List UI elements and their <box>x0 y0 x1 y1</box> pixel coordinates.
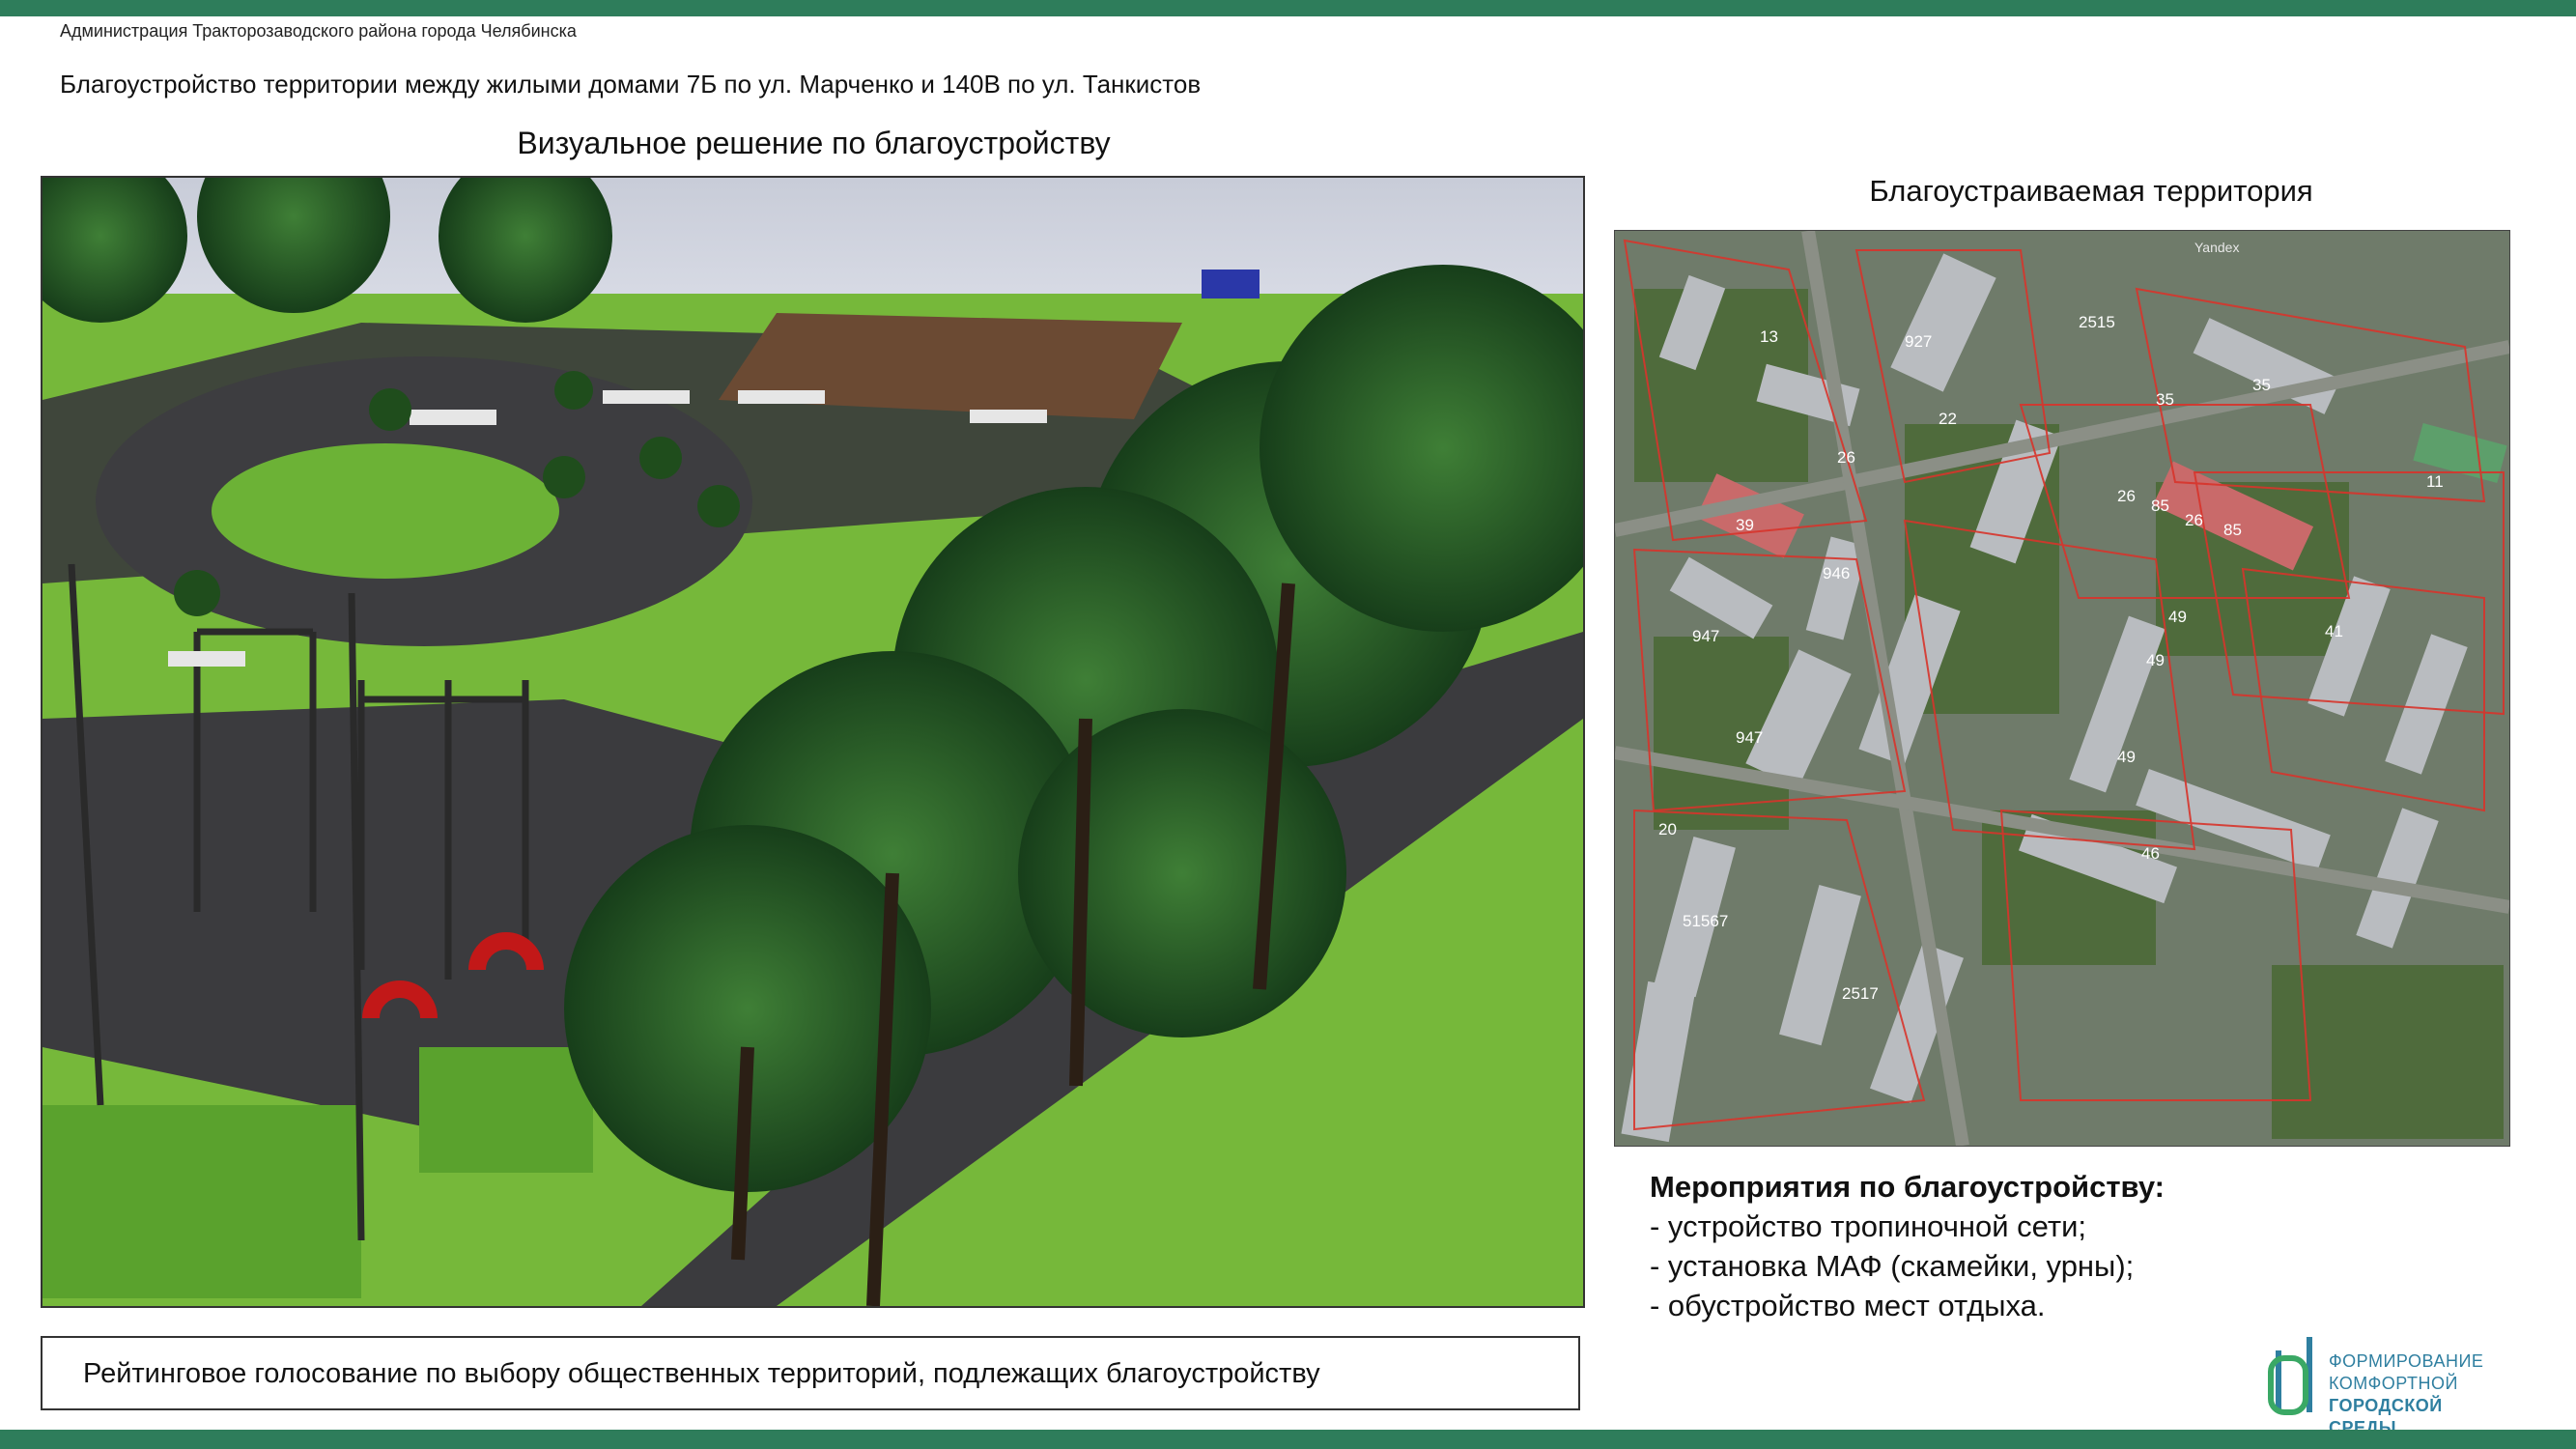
map-label: 22 <box>1939 410 1957 428</box>
map-label: 41 <box>2325 622 2343 640</box>
landscape-visualization-image <box>41 176 1585 1308</box>
map-label: 35 <box>2156 390 2174 409</box>
logo-line: КОМФОРТНОЙ <box>2329 1374 2458 1393</box>
map-label: 947 <box>1736 728 1763 747</box>
map-label: 26 <box>1837 448 1855 467</box>
bottom-accent-bar <box>0 1430 2576 1449</box>
map-watermark: Yandex <box>2194 240 2239 255</box>
render-caption: Визуальное решение по благоустройству <box>517 126 1111 160</box>
voting-banner: Рейтинговое голосование по выбору общест… <box>41 1336 1580 1410</box>
map-label: 11 <box>2426 472 2444 491</box>
map-label: 85 <box>2151 497 2169 515</box>
aerial-territory-map: 13 927 2515 22 26 35 35 11 39 946 26 85 … <box>1614 230 2510 1147</box>
map-caption: Благоустраиваемая территория <box>1869 174 2313 208</box>
map-label: 51567 <box>1683 912 1728 930</box>
map-label: 927 <box>1905 332 1932 351</box>
measure-item: - обустройство мест отдыха. <box>1650 1289 2046 1322</box>
logo-text: ФОРМИРОВАНИЕ КОМФОРТНОЙ ГОРОДСКОЙ СРЕДЫ <box>2329 1350 2497 1439</box>
improvement-measures: Мероприятия по благоустройству: - устрой… <box>1650 1167 2165 1325</box>
map-label: 947 <box>1692 627 1719 645</box>
measure-item: - установка МАФ (скамейки, урны); <box>1650 1249 2135 1283</box>
top-accent-bar <box>0 0 2576 16</box>
comfortable-urban-environment-logo: ФОРМИРОВАНИЕ КОМФОРТНОЙ ГОРОДСКОЙ СРЕДЫ <box>2265 1329 2497 1437</box>
map-label: 49 <box>2168 608 2187 626</box>
map-label: 946 <box>1823 564 1850 582</box>
map-label: 49 <box>2146 651 2165 669</box>
organization-name: Администрация Тракторозаводского района … <box>60 21 577 41</box>
project-title: Благоустройство территории между жилыми … <box>60 70 1202 99</box>
map-label: 20 <box>1658 820 1677 838</box>
map-label: 46 <box>2141 844 2160 863</box>
voting-text: Рейтинговое голосование по выбору общест… <box>83 1358 1320 1389</box>
map-label: 85 <box>2223 521 2242 539</box>
map-label: 2515 <box>2079 313 2115 331</box>
map-label: 35 <box>2252 376 2271 394</box>
map-label: 26 <box>2117 487 2136 505</box>
map-label: 2517 <box>1842 984 1879 1003</box>
measures-heading: Мероприятия по благоустройству: <box>1650 1170 2165 1204</box>
measure-item: - устройство тропиночной сети; <box>1650 1209 2086 1243</box>
map-label: 39 <box>1736 516 1754 534</box>
map-label: 49 <box>2117 748 2136 766</box>
logo-emblem-icon <box>2268 1337 2312 1415</box>
map-label: 26 <box>2185 511 2203 529</box>
map-label: 13 <box>1760 327 1778 346</box>
logo-line: ФОРМИРОВАНИЕ <box>2329 1351 2484 1371</box>
